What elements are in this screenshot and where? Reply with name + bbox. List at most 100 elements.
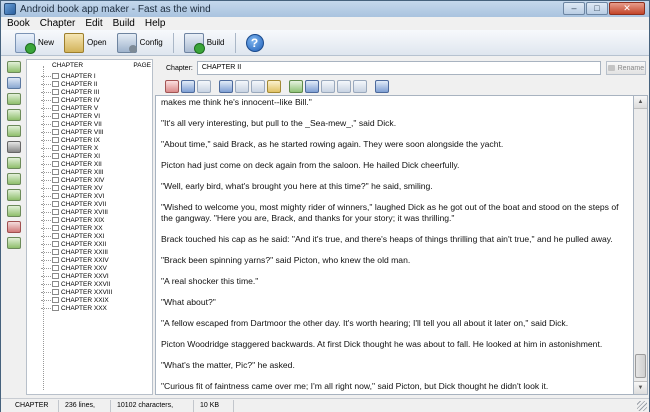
image-settings-icon[interactable] — [337, 80, 351, 93]
delete-chapter-icon[interactable] — [7, 221, 21, 233]
chapter-text-editor[interactable]: makes me think he's innocent--like Bill.… — [155, 95, 633, 395]
insert-chapter-icon[interactable] — [7, 93, 21, 105]
tree-item[interactable]: CHAPTER XXI — [41, 232, 112, 240]
tree-item-label: CHAPTER VI — [61, 112, 101, 120]
add-chapter-icon[interactable] — [7, 61, 21, 73]
tree-item[interactable]: CHAPTER XX — [41, 224, 112, 232]
tree-item[interactable]: CHAPTER IV — [41, 96, 112, 104]
edit-chapter-icon[interactable] — [7, 77, 21, 89]
menu-build[interactable]: Build — [113, 18, 135, 29]
open-button[interactable]: Open — [64, 32, 107, 53]
tree-item[interactable]: CHAPTER III — [41, 88, 112, 96]
paste-icon[interactable] — [267, 80, 281, 93]
close-button[interactable]: ✕ — [609, 2, 645, 15]
chapter-name-input[interactable]: CHAPTER II — [196, 61, 601, 75]
cut-icon[interactable] — [235, 80, 249, 93]
tree-item[interactable]: CHAPTER II — [41, 80, 112, 88]
picture-icon[interactable] — [353, 80, 367, 93]
import-icon[interactable] — [7, 141, 21, 153]
chapter-node-icon — [52, 89, 59, 95]
tree-item[interactable]: CHAPTER XII — [41, 160, 112, 168]
menu-edit[interactable]: Edit — [85, 18, 102, 29]
tree-item[interactable]: CHAPTER XV — [41, 184, 112, 192]
chapter-label: Chapter: — [166, 64, 193, 72]
menu-chapter[interactable]: Chapter — [40, 18, 76, 29]
menu-book[interactable]: Book — [7, 18, 30, 29]
tree-item[interactable]: CHAPTER XIX — [41, 216, 112, 224]
tree-item[interactable]: CHAPTER VIII — [41, 128, 112, 136]
tree-item[interactable]: CHAPTER V — [41, 104, 112, 112]
tree-item[interactable]: CHAPTER X — [41, 144, 112, 152]
tree-item-label: CHAPTER XXI — [61, 232, 105, 240]
tree-item[interactable]: CHAPTER XXVI — [41, 272, 112, 280]
move-up-icon[interactable] — [7, 109, 21, 121]
page-settings-icon[interactable] — [7, 205, 21, 217]
tree-item[interactable]: CHAPTER XXIII — [41, 248, 112, 256]
add-page-icon[interactable] — [7, 189, 21, 201]
build-button[interactable]: Build — [183, 32, 225, 54]
tree-item[interactable]: CHAPTER XXVII — [41, 280, 112, 288]
tree-connector — [41, 203, 51, 205]
tree-item[interactable]: CHAPTER XXX — [41, 304, 112, 312]
move-down-icon[interactable] — [7, 125, 21, 137]
chapter-node-icon — [52, 249, 59, 255]
tree-item[interactable]: CHAPTER XIV — [41, 176, 112, 184]
tree-item[interactable]: CHAPTER XXIV — [41, 256, 112, 264]
rename-button[interactable]: Rename — [605, 61, 646, 75]
editor-scrollbar[interactable]: ▲ ▼ — [633, 95, 648, 395]
find-icon[interactable] — [197, 80, 211, 93]
open-button-label: Open — [87, 38, 107, 47]
tree-connector — [41, 163, 51, 165]
tree-item[interactable]: CHAPTER XXIX — [41, 296, 112, 304]
text-paragraph: "What about?" — [161, 297, 216, 307]
main-toolbar: New Open Config Build ? — [1, 30, 649, 56]
export-icon[interactable] — [7, 237, 21, 249]
tree-item[interactable]: CHAPTER XIII — [41, 168, 112, 176]
tree-item[interactable]: CHAPTER VII — [41, 120, 112, 128]
tree-connector — [41, 123, 51, 125]
tree-connector — [41, 307, 51, 309]
config-button[interactable]: Config — [116, 32, 163, 53]
menu-help[interactable]: Help — [145, 18, 166, 29]
tree-item[interactable]: CHAPTER VI — [41, 112, 112, 120]
tree-item-label: CHAPTER XI — [61, 152, 101, 160]
help-button[interactable]: ? — [245, 33, 264, 52]
maximize-button[interactable]: □ — [586, 2, 608, 15]
zoom-icon[interactable] — [305, 80, 319, 93]
tree-item[interactable]: CHAPTER XI — [41, 152, 112, 160]
scroll-down-arrow-icon[interactable]: ▼ — [634, 381, 647, 394]
tree-item-label: CHAPTER XXVIII — [61, 288, 113, 296]
tree-item[interactable]: CHAPTER XXII — [41, 240, 112, 248]
tree-item[interactable]: CHAPTER XVI — [41, 192, 112, 200]
tree-item[interactable]: CHAPTER XXVIII — [41, 288, 112, 296]
chapter-node-icon — [52, 81, 59, 87]
save-icon[interactable] — [375, 80, 389, 93]
tree-item[interactable]: CHAPTER XVIII — [41, 208, 112, 216]
merge-chapter-icon[interactable] — [7, 173, 21, 185]
help-icon: ? — [245, 33, 264, 52]
spellcheck-icon[interactable] — [165, 80, 179, 93]
minimize-button[interactable]: – — [563, 2, 585, 15]
tree-connector — [41, 75, 51, 77]
tree-item[interactable]: CHAPTER I — [41, 72, 112, 80]
scroll-up-arrow-icon[interactable]: ▲ — [634, 96, 647, 109]
new-button[interactable]: New — [15, 32, 54, 54]
insert-image-icon[interactable] — [321, 80, 335, 93]
tree-col-chapter: CHAPTER — [52, 62, 84, 69]
chapter-node-icon — [52, 297, 59, 303]
tree-item[interactable]: CHAPTER IX — [41, 136, 112, 144]
insert-page-icon[interactable] — [289, 80, 303, 93]
format-icon[interactable] — [251, 80, 265, 93]
scroll-thumb[interactable] — [635, 354, 646, 378]
copy-icon[interactable] — [219, 80, 233, 93]
resize-grip-icon[interactable] — [637, 401, 647, 411]
text-paragraph: "Curious fit of faintness came over me; … — [161, 381, 549, 391]
tree-item[interactable]: CHAPTER XXV — [41, 264, 112, 272]
chapter-node-icon — [52, 113, 59, 119]
split-chapter-icon[interactable] — [7, 157, 21, 169]
tree-connector — [41, 187, 51, 189]
chapter-node-icon — [52, 169, 59, 175]
tree-connector — [41, 275, 51, 277]
tree-item[interactable]: CHAPTER XVII — [41, 200, 112, 208]
replace-icon[interactable] — [181, 80, 195, 93]
